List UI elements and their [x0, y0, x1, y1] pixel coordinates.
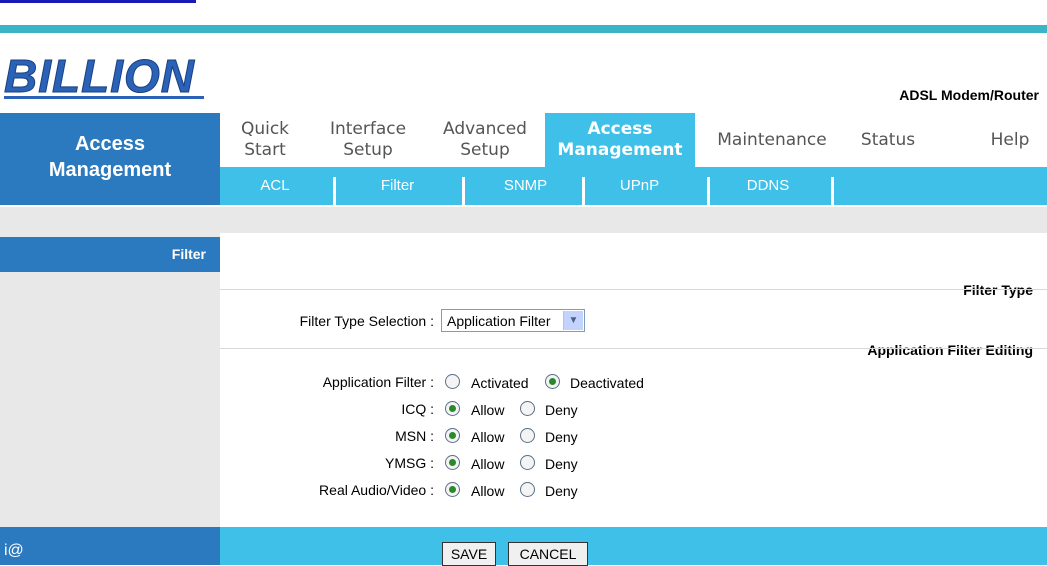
allow-label: Allow: [471, 456, 505, 472]
footer-action-bar: [220, 527, 1047, 565]
application-filter-activated-radio[interactable]: [445, 374, 460, 389]
subtab-upnp[interactable]: UPnP: [592, 167, 687, 205]
allow-label: Allow: [471, 402, 505, 418]
gray-spacer-strip: [0, 207, 1047, 233]
subnav-divider: [582, 177, 585, 205]
subtab-snmp[interactable]: SNMP: [478, 167, 573, 205]
tab-access-management[interactable]: Access Management: [545, 113, 695, 167]
deny-label: Deny: [545, 429, 578, 445]
tab-advanced-setup[interactable]: Advanced Setup: [432, 113, 538, 167]
activated-label: Activated: [471, 375, 529, 391]
filter-type-select[interactable]: Application Filter ▼: [441, 309, 585, 332]
filter-heading: Filter: [0, 237, 220, 272]
svg-text:BILLION: BILLION: [4, 52, 195, 102]
tab-status[interactable]: Status: [848, 113, 928, 167]
tab-help[interactable]: Help: [975, 113, 1045, 167]
allow-label: Allow: [471, 483, 505, 499]
deny-label: Deny: [545, 402, 578, 418]
subnav-divider: [462, 177, 465, 205]
deactivated-label: Deactivated: [570, 375, 644, 391]
subtab-acl[interactable]: ACL: [230, 167, 320, 205]
ymsg-allow-radio[interactable]: [445, 455, 460, 470]
application-filter-label: Application Filter :: [322, 374, 434, 390]
application-filter-deactivated-radio[interactable]: [545, 374, 560, 389]
real-audio-video-deny-radio[interactable]: [520, 482, 535, 497]
product-name: ADSL Modem/Router: [899, 87, 1039, 103]
save-button[interactable]: SAVE: [442, 542, 496, 566]
subnav-divider: [831, 177, 834, 205]
footer-symbol: i@: [4, 542, 24, 559]
icq-allow-radio[interactable]: [445, 401, 460, 416]
filter-type-value: Application Filter: [447, 313, 551, 329]
chevron-down-icon[interactable]: ▼: [563, 311, 583, 330]
section-title: Access Management: [0, 113, 220, 205]
section-divider: [220, 348, 1047, 349]
subtab-filter[interactable]: Filter: [350, 167, 445, 205]
real-audio-video-allow-radio[interactable]: [445, 482, 460, 497]
subnav-divider: [333, 177, 336, 205]
ymsg-deny-radio[interactable]: [520, 455, 535, 470]
msn-allow-radio[interactable]: [445, 428, 460, 443]
real-audio-video-label: Real Audio/Video :: [319, 482, 434, 498]
top-link-underline: [0, 0, 196, 3]
side-label-column: [0, 233, 220, 527]
billion-logo: BILLION: [4, 52, 204, 102]
filter-type-selection-label: Filter Type Selection :: [299, 313, 434, 329]
icq-label: ICQ :: [401, 401, 434, 417]
tab-quick-start[interactable]: Quick Start: [226, 113, 304, 167]
deny-label: Deny: [545, 483, 578, 499]
allow-label: Allow: [471, 429, 505, 445]
tab-interface-setup[interactable]: Interface Setup: [318, 113, 418, 167]
subtab-ddns[interactable]: DDNS: [718, 167, 818, 205]
icq-deny-radio[interactable]: [520, 401, 535, 416]
msn-deny-radio[interactable]: [520, 428, 535, 443]
ymsg-label: YMSG :: [384, 455, 434, 471]
subnav-divider: [707, 177, 710, 205]
footer-left-panel: [0, 527, 220, 565]
section-divider: [220, 289, 1047, 290]
msn-label: MSN :: [395, 428, 434, 444]
tab-maintenance[interactable]: Maintenance: [702, 113, 842, 167]
cancel-button[interactable]: CANCEL: [508, 542, 588, 566]
top-banner-bar: [0, 25, 1047, 33]
deny-label: Deny: [545, 456, 578, 472]
